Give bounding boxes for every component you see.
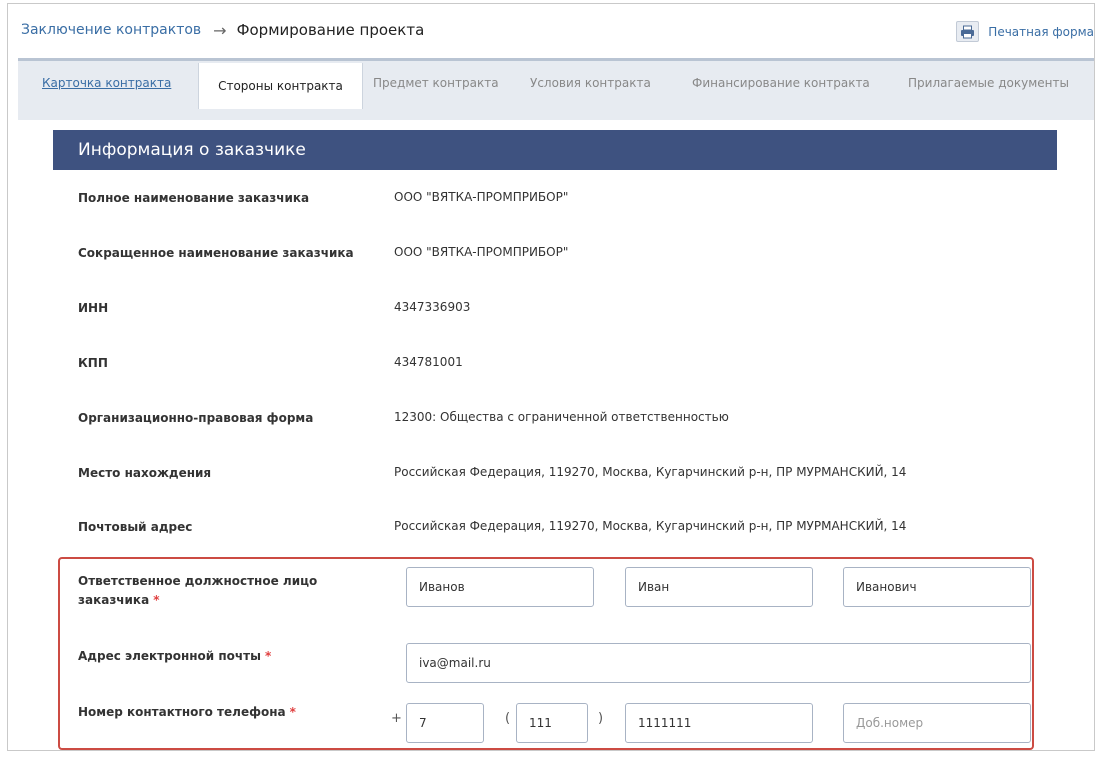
breadcrumb-parent-link[interactable]: Заключение контрактов — [21, 22, 201, 38]
email-label: Адрес электронной почты * — [78, 647, 368, 666]
email-label-text: Адрес электронной почты — [78, 649, 261, 663]
phone-label: Номер контактного телефона * — [78, 703, 368, 722]
location-value: Российская Федерация, 119270, Москва, Ку… — [394, 465, 907, 479]
tab-contract-financing[interactable]: Финансирование контракта — [692, 61, 870, 105]
tab-contract-terms[interactable]: Условия контракта — [530, 61, 651, 105]
location-label: Место нахождения — [78, 466, 212, 480]
email-input[interactable]: iva@mail.ru — [406, 643, 1031, 683]
tab-contract-parties[interactable]: Стороны контракта — [198, 63, 363, 109]
phone-extension-input[interactable]: Доб.номер — [843, 703, 1031, 743]
phone-area-code-input[interactable]: 111 — [516, 703, 588, 743]
full-name-label: Полное наименование заказчика — [78, 191, 310, 205]
full-name-value: ООО "ВЯТКА-ПРОМПРИБОР" — [394, 190, 569, 204]
inn-label: ИНН — [78, 301, 109, 315]
required-mark: * — [264, 649, 272, 663]
required-mark: * — [153, 593, 160, 607]
responsible-person-label: Ответственное должностное лицо заказчика… — [78, 572, 358, 610]
short-name-value: ООО "ВЯТКА-ПРОМПРИБОР" — [394, 245, 569, 259]
print-form-button[interactable]: Печатная форма — [956, 21, 1094, 42]
postal-address-label: Почтовый адрес — [78, 520, 193, 534]
phone-close-paren: ) — [598, 711, 604, 726]
last-name-input[interactable]: Иванов — [406, 567, 594, 607]
postal-address-value: Российская Федерация, 119270, Москва, Ку… — [394, 519, 907, 533]
legal-form-value: 12300: Общества с ограниченной ответстве… — [394, 410, 729, 424]
page-title: Формирование проекта — [236, 21, 425, 39]
phone-country-code-input[interactable]: 7 — [406, 703, 484, 743]
printer-icon — [956, 21, 980, 42]
required-mark: * — [289, 705, 296, 719]
inn-value: 4347336903 — [394, 300, 471, 314]
kpp-value: 434781001 — [394, 355, 463, 369]
tab-attached-documents[interactable]: Прилагаемые документы — [908, 61, 1069, 105]
tab-contract-card[interactable]: Карточка контракта — [42, 61, 171, 105]
phone-plus-sign: + — [391, 711, 402, 726]
responsible-person-label-text: Ответственное должностное лицо заказчика — [78, 574, 318, 607]
kpp-label: КПП — [78, 356, 108, 370]
phone-number-input[interactable]: 1111111 — [625, 703, 813, 743]
tab-contract-subject[interactable]: Предмет контракта — [373, 61, 499, 105]
section-title: Информация о заказчике — [53, 130, 1057, 170]
legal-form-label: Организационно-правовая форма — [78, 411, 314, 425]
page-frame: Заключение контрактов → Формирование про… — [7, 3, 1095, 751]
phone-open-paren: ( — [505, 711, 511, 726]
short-name-label: Сокращенное наименование заказчика — [78, 246, 354, 260]
breadcrumb-arrow-icon: → — [213, 20, 227, 40]
print-form-label: Печатная форма — [988, 24, 1094, 39]
breadcrumb: Заключение контрактов → Формирование про… — [8, 4, 1094, 56]
middle-name-input[interactable]: Иванович — [843, 567, 1031, 607]
tabs-bar: Карточка контракта Стороны контракта Пре… — [18, 58, 1094, 120]
customer-info-section: Информация о заказчике — [53, 130, 1057, 170]
first-name-input[interactable]: Иван — [625, 567, 813, 607]
phone-label-text: Номер контактного телефона — [78, 705, 286, 719]
